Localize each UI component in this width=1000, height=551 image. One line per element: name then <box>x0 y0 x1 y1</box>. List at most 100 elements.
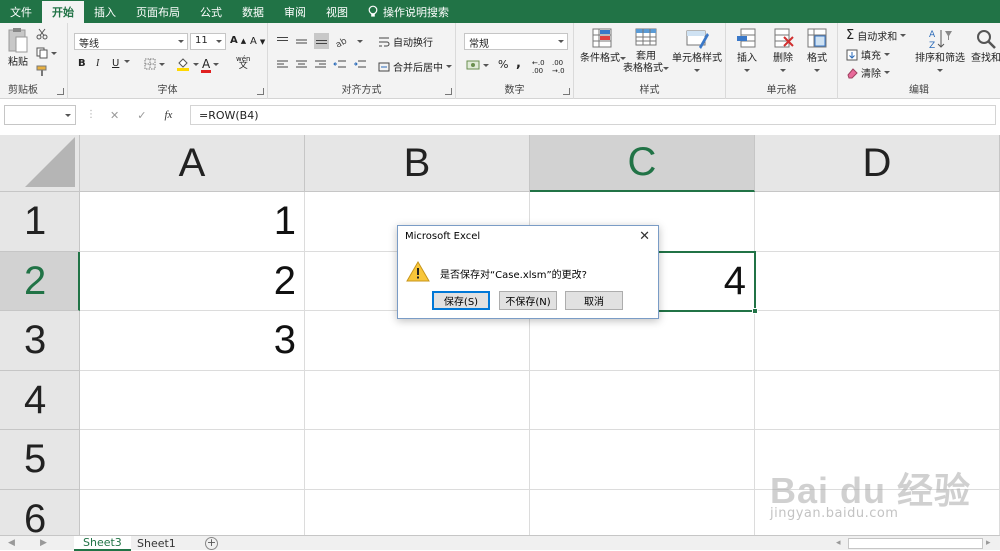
tab-insert[interactable]: 插入 <box>84 0 126 23</box>
cancel-entry-button[interactable]: ✕ <box>110 109 119 122</box>
insert-function-button[interactable]: fx <box>164 109 172 121</box>
copy-button[interactable] <box>36 47 57 59</box>
tab-page-layout[interactable]: 页面布局 <box>126 0 190 23</box>
borders-button[interactable] <box>144 58 165 70</box>
align-bottom-icon[interactable] <box>314 33 329 49</box>
number-launcher[interactable] <box>563 88 570 95</box>
column-header-b[interactable]: B <box>305 135 530 192</box>
underline-button[interactable]: U <box>112 58 119 69</box>
find-select-button[interactable]: 查找和 <box>966 27 1000 65</box>
add-sheet-icon[interactable]: + <box>205 537 218 550</box>
cell-styles-button[interactable]: 单元格样式 <box>670 27 724 77</box>
fill-handle[interactable] <box>752 308 758 314</box>
cell-b4[interactable] <box>305 371 530 430</box>
cell-a6[interactable] <box>80 490 305 535</box>
tab-data[interactable]: 数据 <box>232 0 274 23</box>
select-all-button[interactable] <box>0 135 80 192</box>
tab-formulas[interactable]: 公式 <box>190 0 232 23</box>
row-header-1[interactable]: 1 <box>0 192 80 252</box>
paste-button[interactable]: 粘贴 <box>4 27 32 69</box>
cut-button[interactable] <box>36 28 48 40</box>
alignment-launcher[interactable] <box>445 88 452 95</box>
font-name-combo[interactable]: 等线 <box>74 33 188 50</box>
delete-cells-button[interactable]: 删除 <box>766 27 800 77</box>
font-color-button[interactable]: A <box>201 57 220 73</box>
row-header-5[interactable]: 5 <box>0 430 80 490</box>
cell-d2[interactable] <box>755 252 1000 311</box>
align-middle-icon[interactable] <box>295 36 308 47</box>
align-right-icon[interactable] <box>314 59 327 70</box>
cell-a4[interactable] <box>80 371 305 430</box>
tab-home[interactable]: 开始 <box>42 1 84 23</box>
tell-me-search[interactable]: 操作说明搜索 <box>358 0 459 23</box>
cell-c4[interactable] <box>530 371 755 430</box>
bold-button[interactable]: B <box>78 58 86 69</box>
phonetic-guide-button[interactable]: wén 文 <box>236 56 250 71</box>
decrease-indent-icon[interactable] <box>333 59 347 70</box>
row-header-3[interactable]: 3 <box>0 311 80 371</box>
font-launcher[interactable] <box>257 88 264 95</box>
conditional-formatting-button[interactable]: 条件格式 <box>580 27 626 65</box>
decrease-font-button[interactable]: A ▼ <box>250 36 265 47</box>
dont-save-button[interactable]: 不保存(N) <box>499 291 557 310</box>
cell-a1[interactable]: 1 <box>80 192 305 252</box>
cell-b3[interactable] <box>305 311 530 371</box>
cell-c5[interactable] <box>530 430 755 490</box>
wrap-text-button[interactable]: 自动换行 <box>378 34 433 49</box>
format-as-table-button[interactable]: 套用 表格格式 <box>622 27 670 75</box>
comma-button[interactable]: , <box>516 56 521 71</box>
align-top-icon[interactable] <box>276 36 289 47</box>
cell-c6[interactable] <box>530 490 755 535</box>
sort-filter-button[interactable]: AZ 排序和筛选 <box>914 27 966 77</box>
increase-indent-icon[interactable] <box>353 59 367 70</box>
sheet-tab-sheet3[interactable]: Sheet3 <box>74 536 131 551</box>
fill-color-button[interactable] <box>176 57 199 71</box>
increase-decimal-button[interactable]: ←.0.00 <box>532 59 545 75</box>
column-header-d[interactable]: D <box>755 135 1000 192</box>
column-header-c[interactable]: C <box>530 135 755 192</box>
decrease-decimal-button[interactable]: .00 →.0 <box>552 59 565 75</box>
cell-c3[interactable] <box>530 311 755 371</box>
tab-review[interactable]: 审阅 <box>274 0 316 23</box>
align-center-icon[interactable] <box>295 59 308 70</box>
underline-dropdown[interactable] <box>124 60 130 63</box>
cell-d1[interactable] <box>755 192 1000 252</box>
scroll-left-icon[interactable]: ◀ <box>8 538 15 548</box>
scroll-right-icon[interactable]: ▶ <box>40 538 47 548</box>
align-left-icon[interactable] <box>276 59 289 70</box>
number-format-combo[interactable]: 常规 <box>464 33 568 50</box>
format-cells-button[interactable]: 格式 <box>800 27 834 77</box>
row-header-4[interactable]: 4 <box>0 371 80 430</box>
italic-button[interactable]: I <box>96 58 99 69</box>
clipboard-launcher[interactable] <box>57 88 64 95</box>
column-header-a[interactable]: A <box>80 135 305 192</box>
orientation-icon[interactable]: ab <box>335 36 351 47</box>
format-painter-button[interactable] <box>36 65 48 77</box>
fill-button[interactable]: 填充 <box>846 47 890 62</box>
cell-a5[interactable] <box>80 430 305 490</box>
autosum-button[interactable]: Σ 自动求和 <box>846 28 907 43</box>
percent-button[interactable]: % <box>498 58 508 71</box>
font-size-combo[interactable]: 11 <box>190 33 226 50</box>
save-button[interactable]: 保存(S) <box>432 291 490 310</box>
clear-button[interactable]: 清除 <box>846 65 890 80</box>
merge-center-button[interactable]: 合并后居中 <box>378 59 452 74</box>
insert-cells-button[interactable]: 插入 <box>730 27 764 77</box>
tab-file[interactable]: 文件 <box>0 0 42 23</box>
cell-b5[interactable] <box>305 430 530 490</box>
close-icon[interactable]: ✕ <box>639 229 650 244</box>
accounting-format-button[interactable] <box>466 59 489 71</box>
cell-a3[interactable]: 3 <box>80 311 305 371</box>
name-box[interactable] <box>4 105 76 125</box>
row-header-6[interactable]: 6 <box>0 490 80 535</box>
cell-b6[interactable] <box>305 490 530 535</box>
cancel-button[interactable]: 取消 <box>565 291 623 310</box>
increase-font-button[interactable]: A ▲ <box>230 35 246 46</box>
row-header-2[interactable]: 2 <box>0 252 80 311</box>
cell-d3[interactable] <box>755 311 1000 371</box>
enter-button[interactable]: ✓ <box>137 109 146 122</box>
sheet-tab-sheet1[interactable]: Sheet1 <box>128 536 185 551</box>
formula-input[interactable]: =ROW(B4) <box>190 105 996 125</box>
tab-view[interactable]: 视图 <box>316 0 358 23</box>
cell-a2[interactable]: 2 <box>80 252 305 311</box>
